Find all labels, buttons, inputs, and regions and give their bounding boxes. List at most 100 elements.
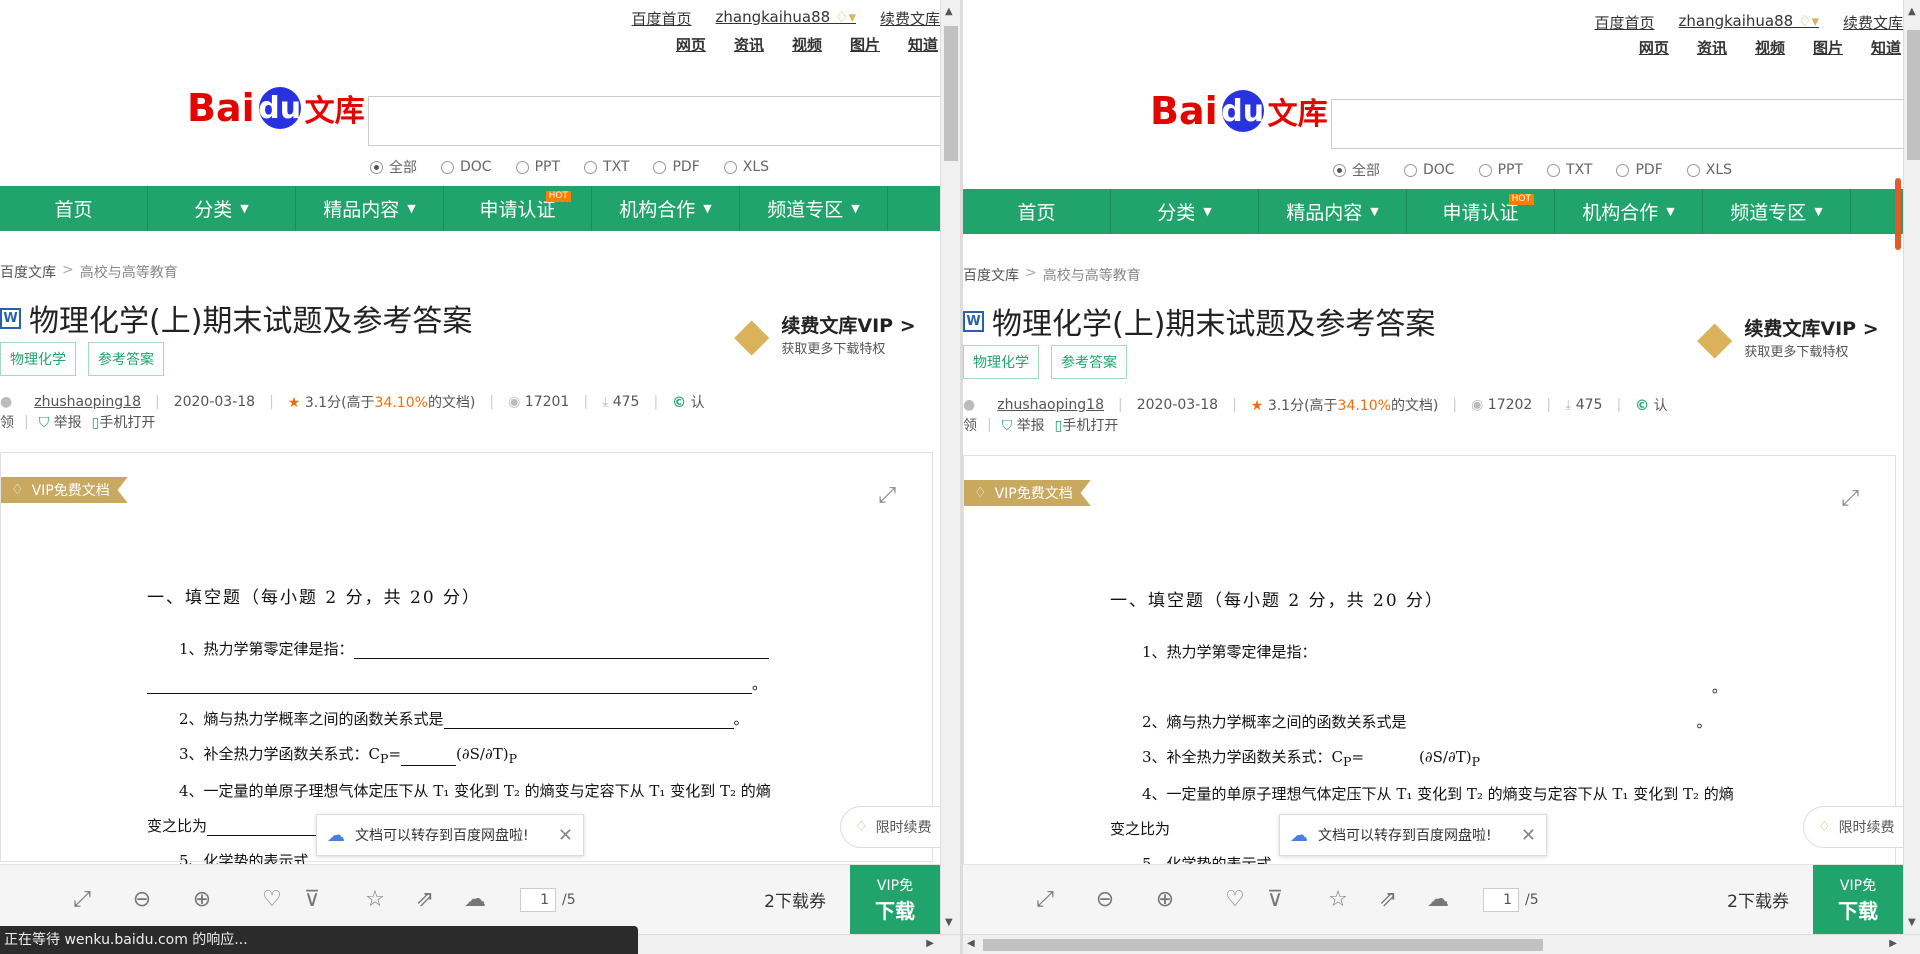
claim[interactable]: © 认 xyxy=(672,392,704,412)
page-input[interactable]: 1 xyxy=(520,887,556,912)
nav-channel[interactable]: 频道专区 ▼ xyxy=(1703,189,1851,234)
subnav-news[interactable]: 资讯 xyxy=(734,34,764,55)
fullscreen-icon[interactable]: ⤢ xyxy=(52,887,112,912)
baidu-wenku-logo[interactable]: Bai du 文库 xyxy=(1150,89,1328,133)
baidu-wenku-logo[interactable]: Bai du 文库 xyxy=(187,86,365,130)
breadcrumb-wenku[interactable]: 百度文库 xyxy=(963,265,1019,285)
filter-doc[interactable]: DOC xyxy=(1404,160,1455,180)
scroll-right-icon[interactable]: ▶ xyxy=(1889,938,1897,949)
subnav-web[interactable]: 网页 xyxy=(676,34,706,55)
nav-premium[interactable]: 精品内容 ▼ xyxy=(296,186,444,231)
scroll-up-icon[interactable]: ▲ xyxy=(1908,6,1916,17)
filter-doc[interactable]: DOC xyxy=(441,157,492,177)
breadcrumb-higher-ed[interactable]: 高校与高等教育 xyxy=(1043,265,1141,285)
baidu-home-link[interactable]: 百度首页 xyxy=(1595,12,1655,33)
share-icon[interactable]: ⇗ xyxy=(1363,887,1413,912)
filter-xls[interactable]: XLS xyxy=(723,157,769,177)
author-link[interactable]: zhushaoping18 xyxy=(34,394,141,410)
renew-vip-banner[interactable]: ◆ 续费文库VIP > 获取更多下载特权 xyxy=(1697,314,1879,360)
nav-partner[interactable]: 机构合作 ▼ xyxy=(1555,189,1703,234)
filter-txt[interactable]: TXT xyxy=(584,157,629,177)
report-link[interactable]: ⛉ 举报 xyxy=(1002,415,1045,435)
fullscreen-icon[interactable]: ⤢ xyxy=(1015,887,1075,912)
scroll-right-icon[interactable]: ▶ xyxy=(926,938,934,949)
zoom-in-icon[interactable]: ⊕ xyxy=(1135,887,1195,912)
nav-partner[interactable]: 机构合作 ▼ xyxy=(592,186,740,231)
nav-certify[interactable]: 申请认证 HOT xyxy=(1407,189,1555,234)
limited-offer-button[interactable]: ♢ 限时续费 xyxy=(1803,806,1913,848)
subnav-video[interactable]: 视频 xyxy=(1755,37,1785,58)
nav-channel[interactable]: 频道专区 ▼ xyxy=(740,186,888,231)
favorite-star-icon[interactable]: ☆ xyxy=(350,887,400,912)
expand-icon[interactable]: ⤢ xyxy=(878,483,896,508)
renew-vip-banner[interactable]: ◆ 续费文库VIP > 获取更多下载特权 xyxy=(734,311,916,357)
close-icon[interactable]: ✕ xyxy=(558,825,573,846)
filter-pdf[interactable]: PDF xyxy=(1616,160,1663,180)
limited-offer-button[interactable]: ♢ 限时续费 xyxy=(840,806,950,848)
netdisk-save-icon[interactable]: ☁ xyxy=(450,887,500,912)
tag-answers[interactable]: 参考答案 xyxy=(88,342,164,376)
close-icon[interactable]: ✕ xyxy=(1521,825,1536,846)
baidu-home-link[interactable]: 百度首页 xyxy=(632,8,692,29)
vip-download-button[interactable]: VIP免 下载 xyxy=(850,864,940,935)
filter-ppt[interactable]: PPT xyxy=(1478,160,1523,180)
vip-download-button[interactable]: VIP免 下载 xyxy=(1813,864,1903,935)
subnav-zhidao[interactable]: 知道 xyxy=(1871,37,1901,58)
nav-premium[interactable]: 精品内容 ▼ xyxy=(1259,189,1407,234)
filter-all[interactable]: 全部 xyxy=(370,157,417,177)
vertical-scrollbar[interactable]: ▲ ▼ xyxy=(1903,0,1920,934)
thumbs-down-icon[interactable]: ⊽ xyxy=(1255,887,1295,912)
scroll-down-icon[interactable]: ▼ xyxy=(945,917,953,928)
filter-all[interactable]: 全部 xyxy=(1333,160,1380,180)
author-link[interactable]: zhushaoping18 xyxy=(997,397,1104,413)
page-input[interactable]: 1 xyxy=(1483,887,1519,912)
subnav-news[interactable]: 资讯 xyxy=(1697,37,1727,58)
search-input[interactable] xyxy=(368,96,960,146)
renew-vip-link[interactable]: 续费文库 xyxy=(880,8,940,29)
renew-vip-link[interactable]: 续费文库 xyxy=(1843,12,1903,33)
filter-xls[interactable]: XLS xyxy=(1686,160,1732,180)
subnav-video[interactable]: 视频 xyxy=(792,34,822,55)
horizontal-scrollbar[interactable]: ◀ ▶ xyxy=(963,934,1920,954)
share-icon[interactable]: ⇗ xyxy=(400,887,450,912)
nav-home[interactable]: 首页 xyxy=(0,186,148,231)
username-link[interactable]: zhangkaihua88 ♢▾ xyxy=(716,8,856,29)
filter-txt[interactable]: TXT xyxy=(1547,160,1592,180)
search-input[interactable] xyxy=(1331,99,1920,149)
claim[interactable]: © 认 xyxy=(1635,395,1667,415)
username-link[interactable]: zhangkaihua88 ♢▾ xyxy=(1679,12,1819,33)
subnav-images[interactable]: 图片 xyxy=(1813,37,1843,58)
filter-ppt[interactable]: PPT xyxy=(515,157,560,177)
mobile-open-link[interactable]: ▯手机打开 xyxy=(1055,415,1119,435)
expand-icon[interactable]: ⤢ xyxy=(1841,486,1859,511)
thumbs-up-icon[interactable]: ♡ xyxy=(1215,887,1255,912)
claim-text-2[interactable]: 领 xyxy=(0,412,14,432)
scroll-down-icon[interactable]: ▼ xyxy=(1908,917,1916,928)
tag-physchem[interactable]: 物理化学 xyxy=(0,342,76,376)
subnav-images[interactable]: 图片 xyxy=(850,34,880,55)
scroll-thumb[interactable] xyxy=(983,939,1543,951)
thumbs-down-icon[interactable]: ⊽ xyxy=(292,887,332,912)
tag-physchem[interactable]: 物理化学 xyxy=(963,345,1039,379)
scroll-thumb[interactable] xyxy=(1907,30,1920,160)
report-link[interactable]: ⛉ 举报 xyxy=(39,412,82,432)
horizontal-scrollbar[interactable]: ▶ xyxy=(638,934,960,954)
nav-category[interactable]: 分类 ▼ xyxy=(148,186,296,231)
breadcrumb-wenku[interactable]: 百度文库 xyxy=(0,262,56,282)
zoom-in-icon[interactable]: ⊕ xyxy=(172,887,232,912)
filter-pdf[interactable]: PDF xyxy=(653,157,700,177)
netdisk-save-icon[interactable]: ☁ xyxy=(1413,887,1463,912)
zoom-out-icon[interactable]: ⊖ xyxy=(112,887,172,912)
vertical-scrollbar[interactable]: ▲ ▼ xyxy=(940,0,960,934)
tag-answers[interactable]: 参考答案 xyxy=(1051,345,1127,379)
scroll-left-icon[interactable]: ◀ xyxy=(967,938,975,949)
subnav-zhidao[interactable]: 知道 xyxy=(908,34,938,55)
nav-home[interactable]: 首页 xyxy=(963,189,1111,234)
scroll-up-icon[interactable]: ▲ xyxy=(945,6,953,17)
zoom-out-icon[interactable]: ⊖ xyxy=(1075,887,1135,912)
thumbs-up-icon[interactable]: ♡ xyxy=(252,887,292,912)
mobile-open-link[interactable]: ▯手机打开 xyxy=(92,412,156,432)
scroll-thumb[interactable] xyxy=(944,26,958,161)
nav-category[interactable]: 分类 ▼ xyxy=(1111,189,1259,234)
breadcrumb-higher-ed[interactable]: 高校与高等教育 xyxy=(80,262,178,282)
